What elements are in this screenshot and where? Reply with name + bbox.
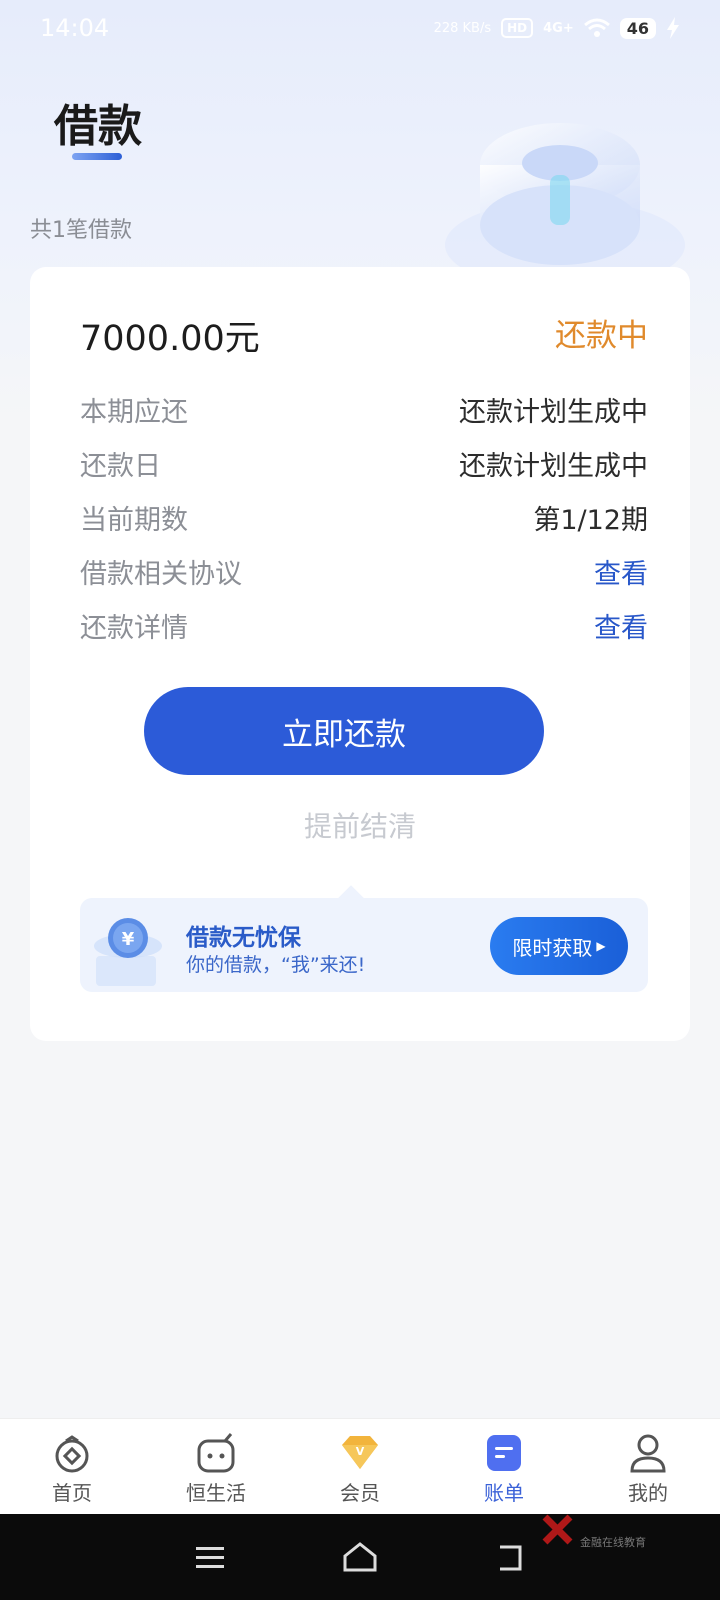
tab-member[interactable]: V 会员	[288, 1419, 432, 1514]
row-label: 还款日	[80, 450, 161, 482]
tab-profile[interactable]: 我的	[576, 1419, 720, 1514]
tab-label: 恒生活	[186, 1481, 246, 1505]
row-label: 借款相关协议	[80, 558, 242, 590]
menu-icon[interactable]	[190, 1537, 230, 1577]
svg-text:V: V	[356, 1445, 365, 1458]
insurance-banner[interactable]: ¥ 借款无忧保 你的借款，“我”来还! 限时获取 ▶	[80, 885, 648, 992]
status-time: 14:04	[40, 14, 110, 42]
row-repay-date: 还款日 还款计划生成中	[80, 443, 648, 483]
banner-title: 借款无忧保	[186, 925, 301, 951]
tab-label: 首页	[52, 1481, 92, 1505]
bottom-tab-bar: 首页 恒生活 V 会员 账单 我的	[0, 1418, 720, 1514]
home-nav-icon[interactable]	[340, 1537, 380, 1577]
early-settle-button[interactable]: 提前结清	[30, 805, 690, 845]
watermark-text: 金融在线教育	[580, 1536, 646, 1549]
net-speed: 228 KB/s	[433, 20, 492, 36]
ring-decoration-image	[445, 123, 685, 290]
tab-label: 账单	[484, 1481, 524, 1505]
loan-status: 还款中	[555, 318, 648, 354]
get-now-button[interactable]: 限时获取 ▶	[490, 917, 628, 975]
row-label: 还款详情	[80, 612, 188, 644]
page-title: 借款	[54, 101, 142, 152]
wifi-icon	[583, 18, 610, 37]
row-value: 还款计划生成中	[459, 396, 648, 428]
get-now-label: 限时获取	[512, 935, 593, 960]
loan-amount: 7000.00元	[80, 319, 260, 359]
loan-count: 共1笔借款	[30, 218, 132, 243]
play-arrow-icon: ▶	[596, 939, 606, 953]
repay-now-button[interactable]: 立即还款	[144, 687, 544, 775]
hd-icon: HD	[501, 18, 534, 38]
watermark: 金融在线教育	[540, 1512, 670, 1562]
view-repay-details-link[interactable]: 查看	[594, 606, 648, 645]
watermark-logo-icon	[542, 1514, 573, 1545]
home-icon	[55, 1435, 89, 1473]
row-value: 第1/12期	[533, 504, 648, 536]
tab-life[interactable]: 恒生活	[144, 1419, 288, 1514]
tab-bill[interactable]: 账单	[432, 1419, 576, 1514]
status-bar: 14:04 228 KB/s HD 4G+ 46	[0, 0, 720, 56]
back-icon[interactable]	[490, 1537, 530, 1577]
row-current-period: 当前期数 第1/12期	[80, 497, 648, 537]
row-label: 本期应还	[80, 396, 188, 428]
title-underline	[72, 153, 122, 160]
view-agreements-link[interactable]: 查看	[594, 552, 648, 591]
life-icon	[197, 1433, 235, 1473]
battery-icon: 46	[619, 17, 656, 39]
profile-icon	[630, 1434, 666, 1473]
banner-subtitle: 你的借款，“我”来还!	[186, 954, 366, 976]
row-repay-details[interactable]: 还款详情 查看	[80, 605, 648, 645]
tab-home[interactable]: 首页	[0, 1419, 144, 1514]
row-label: 当前期数	[80, 504, 188, 536]
row-value: 还款计划生成中	[459, 450, 648, 482]
diamond-icon: V	[342, 1436, 378, 1469]
bill-icon	[487, 1435, 521, 1471]
banner-pointer	[338, 885, 364, 911]
loan-card: 7000.00元 还款中 本期应还 还款计划生成中 还款日 还款计划生成中 当前…	[30, 267, 690, 1041]
row-agreements[interactable]: 借款相关协议 查看	[80, 551, 648, 591]
tab-label: 我的	[628, 1481, 668, 1505]
coin-icon: ¥	[94, 918, 162, 986]
charging-icon	[667, 17, 679, 39]
svg-text:¥: ¥	[122, 929, 135, 950]
tab-label: 会员	[340, 1481, 380, 1505]
status-icons: 228 KB/s HD 4G+ 46	[434, 17, 680, 39]
signal-icon: 4G+	[543, 20, 574, 36]
row-current-due: 本期应还 还款计划生成中	[80, 389, 648, 429]
